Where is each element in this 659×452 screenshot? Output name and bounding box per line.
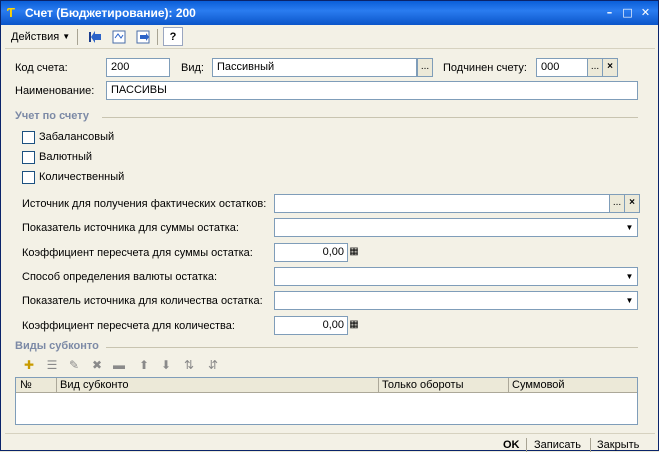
sum-coef-label: Коэффициент пересчета для суммы остатка: bbox=[22, 247, 253, 259]
sort-ascending-icon[interactable]: ⇅ bbox=[181, 357, 197, 373]
end-edit-icon[interactable]: ▬ bbox=[111, 357, 127, 373]
off-balance-checkbox[interactable] bbox=[22, 131, 35, 144]
fact-source-clear-button[interactable]: × bbox=[624, 194, 640, 213]
column-divider bbox=[378, 378, 379, 393]
help-icon: ? bbox=[169, 30, 177, 43]
minimize-icon[interactable]: – bbox=[601, 5, 618, 21]
name-label: Наименование: bbox=[15, 85, 95, 97]
column-header-sum[interactable]: Суммовой bbox=[512, 379, 565, 391]
subconto-section-title: Виды субконто bbox=[15, 340, 99, 352]
structure-icon bbox=[112, 30, 126, 43]
account-window: Ƭ Счет (Бюджетирование): 200 – □ ✕ Дейст… bbox=[0, 0, 659, 452]
currency-checkbox[interactable] bbox=[22, 151, 35, 164]
edit-row-icon[interactable]: ✎ bbox=[66, 357, 82, 373]
section-divider bbox=[106, 347, 638, 348]
close-button[interactable]: Закрыть bbox=[597, 439, 639, 451]
qty-coef-label: Коэффициент пересчета для количества: bbox=[22, 320, 235, 332]
ok-button[interactable]: OK bbox=[503, 439, 520, 451]
add-row-icon[interactable]: ✚ bbox=[21, 357, 37, 373]
column-divider bbox=[56, 378, 57, 393]
accounting-section-title: Учет по счету bbox=[15, 110, 90, 122]
parent-clear-button[interactable]: × bbox=[602, 58, 618, 77]
restore-icon[interactable]: □ bbox=[619, 5, 636, 21]
qty-source-label: Показатель источника для количества оста… bbox=[22, 295, 263, 307]
actions-label: Действия bbox=[11, 30, 60, 43]
sort-descending-icon[interactable]: ⇵ bbox=[205, 357, 221, 373]
switch-icon bbox=[136, 30, 150, 43]
column-header-number[interactable]: № bbox=[20, 379, 32, 391]
chevron-down-icon[interactable]: ▼ bbox=[622, 268, 637, 285]
fact-source-label: Источник для получения фактических остат… bbox=[22, 198, 267, 210]
quantity-checkbox[interactable] bbox=[22, 171, 35, 184]
title-bar[interactable]: Ƭ Счет (Бюджетирование): 200 – □ ✕ bbox=[1, 1, 658, 25]
quantity-label: Количественный bbox=[39, 171, 125, 183]
toolbar-divider bbox=[5, 48, 655, 49]
currency-method-select[interactable] bbox=[274, 267, 638, 286]
delete-row-icon[interactable]: ✖ bbox=[89, 357, 105, 373]
qty-source-select[interactable] bbox=[274, 291, 638, 310]
name-field[interactable]: ПАССИВЫ bbox=[106, 81, 638, 100]
code-field[interactable]: 200 bbox=[106, 58, 170, 77]
column-header-turnover-only[interactable]: Только обороты bbox=[382, 379, 463, 391]
code-label: Код счета: bbox=[15, 62, 68, 74]
sum-source-label: Показатель источника для суммы остатка: bbox=[22, 222, 239, 234]
fact-source-select-button[interactable]: ... bbox=[609, 194, 625, 213]
go-back-button[interactable] bbox=[85, 27, 105, 46]
chevron-down-icon[interactable]: ▼ bbox=[622, 292, 637, 309]
parent-label: Подчинен счету: bbox=[443, 62, 527, 74]
footer-separator bbox=[526, 438, 527, 452]
calculator-icon[interactable]: ▦ bbox=[348, 246, 360, 258]
chevron-down-icon[interactable]: ▼ bbox=[622, 219, 637, 236]
subconto-table[interactable]: № Вид субконто Только обороты Суммовой bbox=[15, 377, 638, 425]
table-header: № Вид субконто Только обороты Суммовой bbox=[16, 378, 637, 393]
structure-button[interactable] bbox=[109, 27, 129, 46]
parent-select-button[interactable]: ... bbox=[587, 58, 603, 77]
column-divider bbox=[508, 378, 509, 393]
arrow-left-icon bbox=[89, 30, 101, 43]
copy-row-icon[interactable]: ☰ bbox=[44, 357, 60, 373]
type-label: Вид: bbox=[181, 62, 204, 74]
toolbar-separator bbox=[77, 29, 78, 45]
close-icon[interactable]: ✕ bbox=[637, 5, 654, 21]
sum-source-select[interactable] bbox=[274, 218, 638, 237]
chevron-down-icon: ▼ bbox=[62, 32, 71, 41]
type-field[interactable]: Пассивный bbox=[212, 58, 417, 77]
footer-divider bbox=[5, 433, 655, 434]
save-button[interactable]: Записать bbox=[534, 439, 581, 451]
footer-separator bbox=[590, 438, 591, 452]
sum-coef-field[interactable]: 0,00 bbox=[274, 243, 348, 262]
1c-logo-icon: Ƭ bbox=[7, 5, 15, 20]
off-balance-label: Забалансовый bbox=[39, 131, 115, 143]
toolbar: Действия ▼ ? bbox=[5, 27, 655, 47]
currency-method-label: Способ определения валюты остатка: bbox=[22, 271, 218, 283]
fact-source-field[interactable] bbox=[274, 194, 610, 213]
type-select-button[interactable]: ... bbox=[417, 58, 433, 77]
help-button[interactable]: ? bbox=[163, 27, 183, 46]
parent-account-field[interactable]: 000 bbox=[536, 58, 588, 77]
column-header-subconto-type[interactable]: Вид субконто bbox=[60, 379, 129, 391]
actions-menu-button[interactable]: Действия ▼ bbox=[7, 27, 73, 46]
switch-view-button[interactable] bbox=[133, 27, 153, 46]
move-down-icon[interactable]: ⬇ bbox=[158, 357, 174, 373]
calculator-icon[interactable]: ▦ bbox=[348, 319, 360, 331]
toolbar-separator bbox=[157, 29, 158, 45]
window-title: Счет (Бюджетирование): 200 bbox=[25, 6, 196, 20]
move-up-icon[interactable]: ⬆ bbox=[136, 357, 152, 373]
section-divider bbox=[102, 117, 638, 118]
currency-label: Валютный bbox=[39, 151, 93, 163]
qty-coef-field[interactable]: 0,00 bbox=[274, 316, 348, 335]
